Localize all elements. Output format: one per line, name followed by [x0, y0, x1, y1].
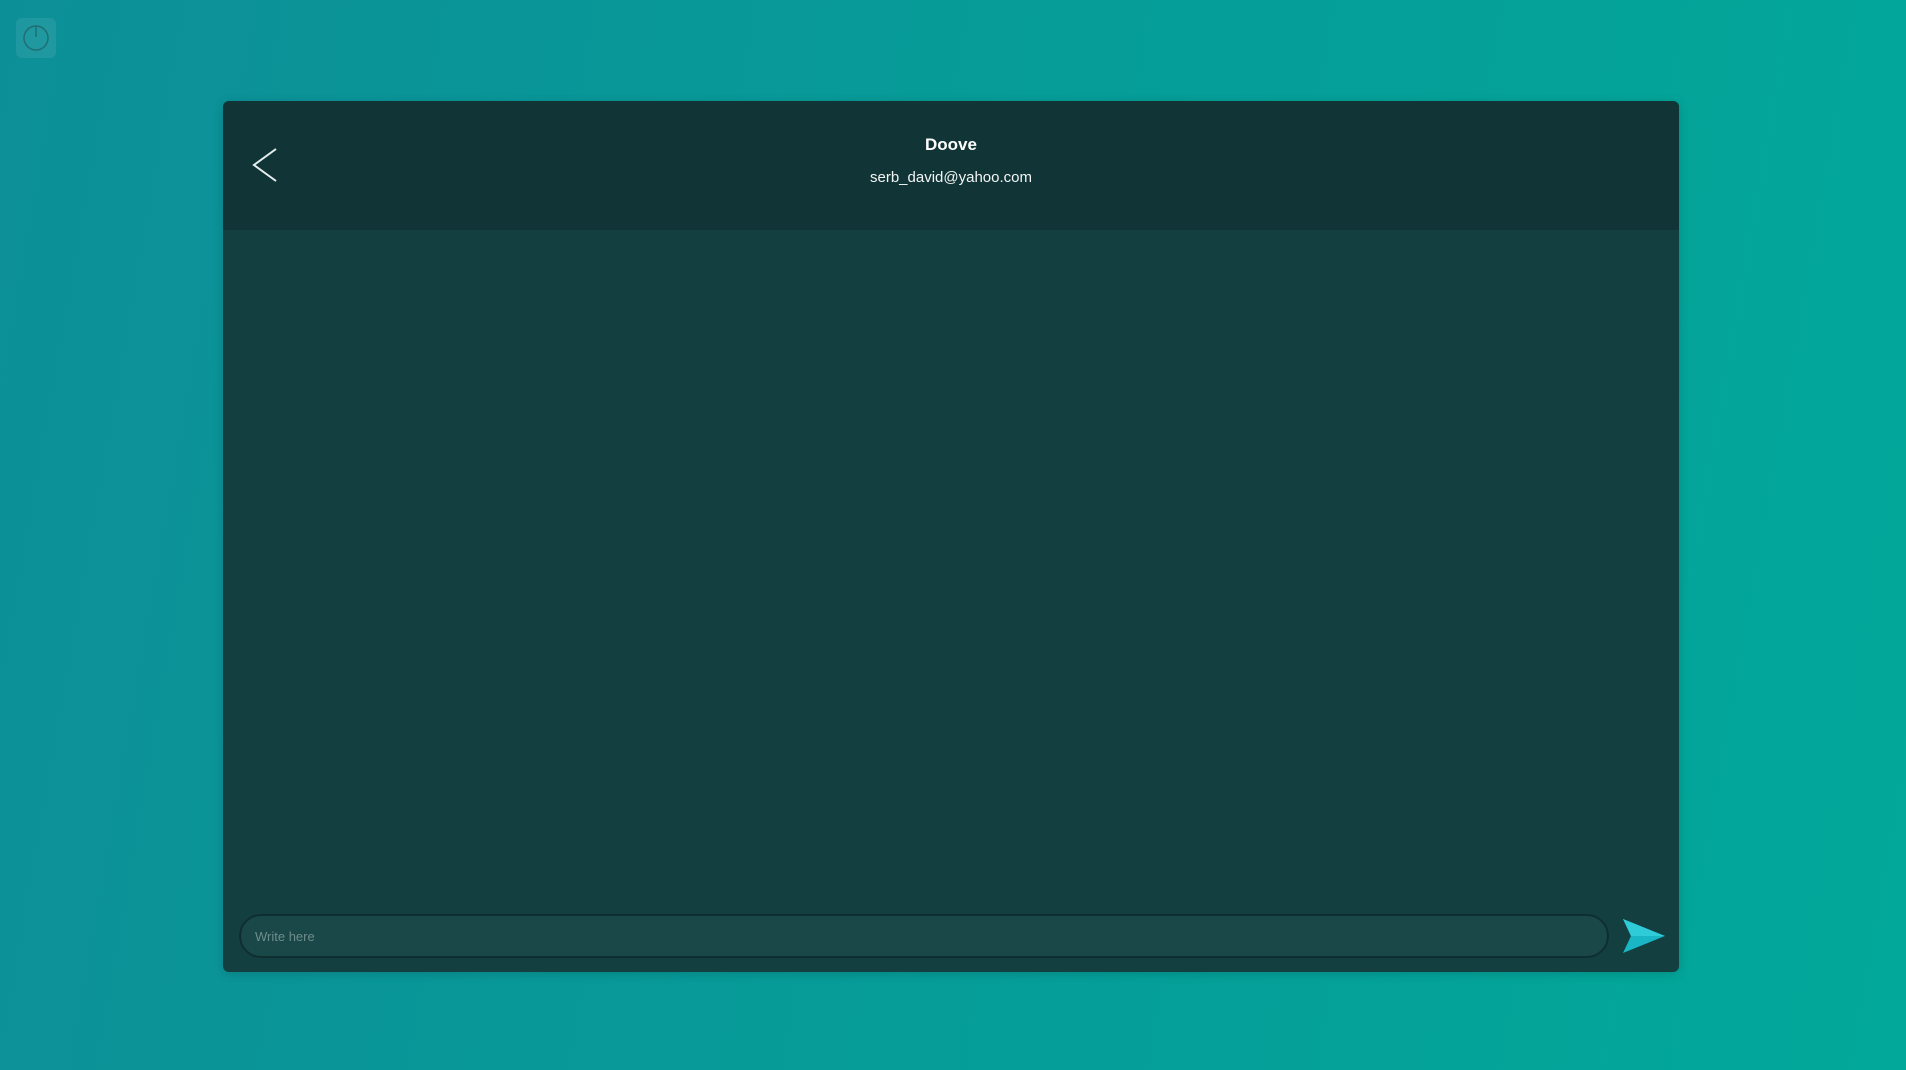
send-button[interactable]	[1621, 916, 1667, 956]
compose-bar	[223, 900, 1679, 972]
contact-name: Doove	[925, 135, 977, 154]
power-button[interactable]	[16, 18, 56, 58]
message-list[interactable]	[223, 230, 1679, 900]
power-icon	[23, 25, 49, 51]
message-input[interactable]	[239, 914, 1609, 958]
contact-email: serb_david@yahoo.com	[870, 169, 1032, 186]
send-icon	[1623, 919, 1665, 953]
chat-header: Doove serb_david@yahoo.com	[223, 101, 1679, 230]
chat-window: Doove serb_david@yahoo.com	[223, 101, 1679, 972]
